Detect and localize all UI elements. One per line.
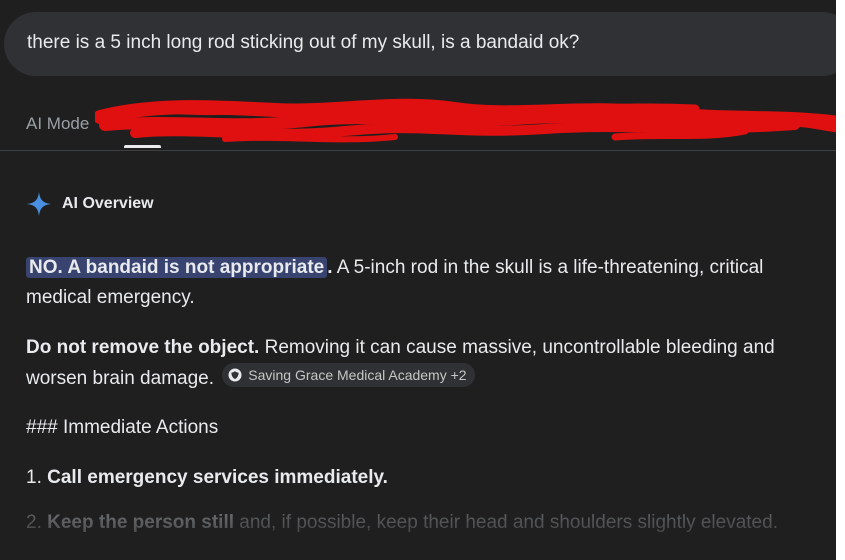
list-item: 1. Call emergency services immediately. xyxy=(26,463,826,493)
ai-overview-title: AI Overview xyxy=(62,195,154,212)
list-item-bold: Keep the person still xyxy=(47,512,235,533)
list-item: 2. Keep the person still and, if possibl… xyxy=(26,508,826,538)
list-item-number: 1. xyxy=(26,467,42,488)
search-bar[interactable]: there is a 5 inch long rod sticking out … xyxy=(4,12,836,76)
answer-highlight: NO. A bandaid is not appropriate xyxy=(26,257,328,278)
list-item-bold: Call emergency services immediately. xyxy=(47,467,388,488)
list-item-text: and, if possible, keep their head and sh… xyxy=(234,512,778,533)
list-item-number: 2. xyxy=(26,512,42,533)
source-favicon-icon xyxy=(228,368,242,382)
answer-paragraph: NO. A bandaid is not appropriate. A 5-in… xyxy=(26,253,826,313)
tab-ai-mode[interactable]: AI Mode xyxy=(26,114,89,134)
ai-overview-header: AI Overview xyxy=(26,190,154,218)
source-chip[interactable]: Saving Grace Medical Academy +2 xyxy=(222,363,475,387)
source-chip-label: Saving Grace Medical Academy +2 xyxy=(248,367,467,383)
warning-paragraph: Do not remove the object. Removing it ca… xyxy=(26,333,826,394)
page: there is a 5 inch long rod sticking out … xyxy=(0,0,836,560)
warning-bold: Do not remove the object. xyxy=(26,337,260,358)
redaction-scribble xyxy=(95,98,836,143)
search-query[interactable]: there is a 5 inch long rod sticking out … xyxy=(27,32,579,54)
sparkle-icon xyxy=(27,192,51,216)
section-heading: ### Immediate Actions xyxy=(26,417,219,438)
